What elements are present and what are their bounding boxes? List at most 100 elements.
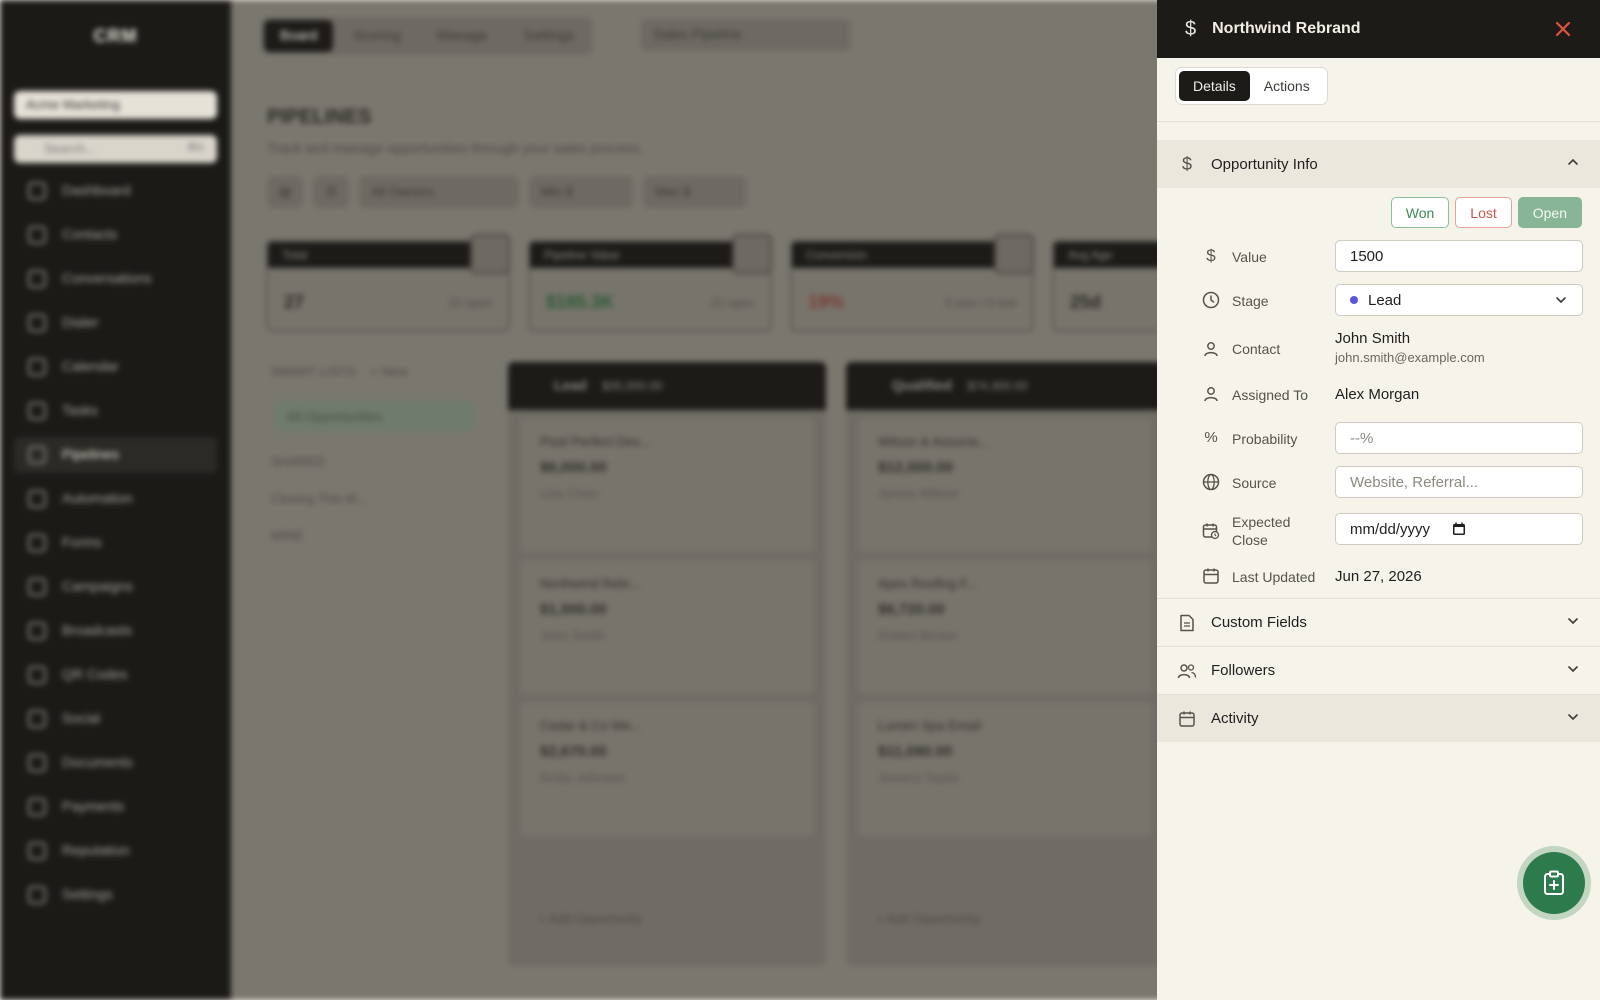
workspace-switcher[interactable]: Acme Marketing	[14, 91, 217, 119]
section-followers-header[interactable]: Followers	[1157, 646, 1600, 694]
smart-list-closing[interactable]: Closing This M...	[271, 491, 475, 506]
view-toggle-list[interactable]: ☰	[313, 176, 349, 208]
opportunity-card[interactable]: Northwind Rebr... $1,500.00 John Smith	[520, 560, 814, 694]
field-label: Value	[1232, 249, 1267, 265]
won-button[interactable]: Won	[1390, 197, 1450, 228]
tab-actions[interactable]: Actions	[1250, 71, 1324, 101]
stat-card-total: Total 27 22 open	[266, 234, 510, 332]
status-buttons: Won Lost Open	[1157, 188, 1600, 228]
grid-icon	[470, 234, 510, 274]
stage-select[interactable]: Lead	[1335, 284, 1583, 316]
section-custom-fields-header[interactable]: Custom Fields	[1157, 598, 1600, 646]
sidebar-item-qr-codes[interactable]: QR Codes	[14, 657, 217, 693]
owners-filter[interactable]: All Owners	[358, 176, 519, 208]
value-input[interactable]: 1500	[1335, 240, 1583, 272]
open-button[interactable]: Open	[1517, 197, 1582, 228]
card-owner: John Smith	[540, 628, 606, 643]
sidebar-search-placeholder: Search...	[44, 141, 97, 156]
add-opportunity-button[interactable]: + Add Opportunity	[876, 911, 980, 926]
clock-icon	[1201, 291, 1221, 314]
globe-icon	[1201, 473, 1221, 496]
stage-value: Lead	[1368, 291, 1402, 309]
view-toggle-board[interactable]: ▤	[267, 176, 304, 208]
min-value-input[interactable]: Min $	[528, 176, 633, 208]
sidebar-item-label: Forms	[62, 534, 102, 550]
stat-card-pipeline-value: Pipeline Value $185.3K 22 open	[528, 234, 772, 332]
sidebar-item-calendar[interactable]: Calendar	[14, 349, 217, 385]
sidebar-item-campaigns[interactable]: Campaigns	[14, 569, 217, 605]
calendar-icon[interactable]	[1452, 522, 1466, 536]
field-label-line2: Close	[1232, 532, 1268, 548]
contact-value[interactable]: John Smith john.smith@example.com	[1335, 330, 1583, 365]
card-owner: Jessica Taylor	[878, 770, 960, 785]
calendar-icon	[1201, 567, 1221, 590]
contacts-icon	[28, 226, 46, 244]
sidebar-item-dialer[interactable]: Dialer	[14, 305, 217, 341]
tab-board[interactable]: Board	[264, 20, 334, 52]
opportunity-card[interactable]: Pixel Perfect Des... $6,000.00 Lisa Chen	[520, 418, 814, 552]
sidebar-item-contacts[interactable]: Contacts	[14, 217, 217, 253]
opportunity-card[interactable]: Wilson & Associa... $12,000.00 James Wilso…	[858, 418, 1152, 552]
pipeline-select[interactable]: Sales Pipeline	[641, 19, 851, 51]
card-amount: $2,670.00	[540, 743, 607, 760]
section-title: Custom Fields	[1211, 614, 1307, 631]
sidebar-item-settings[interactable]: Settings	[14, 877, 217, 913]
sidebar-item-payments[interactable]: Payments	[14, 789, 217, 825]
sidebar: CRM Acme Marketing Search... ⌘K Dashboar…	[0, 0, 231, 1000]
sidebar-item-documents[interactable]: Documents	[14, 745, 217, 781]
sidebar-item-tasks[interactable]: Tasks	[14, 393, 217, 429]
sidebar-item-social[interactable]: Social	[14, 701, 217, 737]
search-shortcut: ⌘K	[186, 142, 205, 154]
sidebar-item-label: Broadcasts	[62, 622, 133, 638]
user-icon	[1201, 340, 1221, 363]
section-activity-header[interactable]: Activity	[1157, 694, 1600, 742]
assigned-to-value[interactable]: Alex Morgan	[1335, 386, 1583, 403]
section-opportunity-info-header[interactable]: $ Opportunity Info	[1157, 140, 1600, 188]
tab-settings[interactable]: Settings	[507, 20, 590, 52]
sidebar-search[interactable]: Search... ⌘K	[14, 135, 217, 163]
mine-group[interactable]: MINE	[271, 528, 475, 543]
user-icon	[1201, 385, 1221, 408]
dollar-icon: $	[1185, 17, 1197, 40]
sidebar-item-dashboard[interactable]: Dashboard	[14, 173, 217, 209]
close-button[interactable]	[1550, 16, 1576, 42]
source-input[interactable]: Website, Referral...	[1335, 466, 1583, 498]
sidebar-item-pipelines[interactable]: Pipelines	[14, 437, 217, 473]
sidebar-item-forms[interactable]: Forms	[14, 525, 217, 561]
dollar-icon	[732, 234, 772, 274]
section-title: Opportunity Info	[1211, 155, 1318, 173]
tab-scoring[interactable]: Scoring	[337, 20, 416, 52]
card-owner: Emily Johnson	[540, 770, 625, 785]
stat-sub: 5 won / 0 lost	[945, 296, 1016, 310]
calendar-icon	[28, 358, 46, 376]
tab-details[interactable]: Details	[1179, 71, 1250, 101]
sidebar-item-reputation[interactable]: Reputation	[14, 833, 217, 869]
sidebar-item-broadcasts[interactable]: Broadcasts	[14, 613, 217, 649]
column-total: $74,300.00	[967, 379, 1028, 393]
stat-card-conversion: Conversion 19% 5 won / 0 lost	[790, 234, 1034, 332]
field-stage: Stage Lead	[1157, 284, 1600, 328]
new-smart-list-button[interactable]: New	[381, 364, 407, 379]
shared-group[interactable]: SHARED	[271, 454, 475, 469]
opportunity-card[interactable]: Apex Roofing F... $6,720.00 Robert Brown	[858, 560, 1152, 694]
floating-clipboard-button[interactable]	[1523, 852, 1585, 914]
expected-close-date-input[interactable]: mm/dd/yyyy	[1335, 513, 1583, 545]
contact-name[interactable]: John Smith	[1335, 330, 1583, 347]
sidebar-item-automation[interactable]: Automation	[14, 481, 217, 517]
smart-list-all[interactable]: All Opportunities	[275, 401, 475, 432]
add-opportunity-button[interactable]: + Add Opportunity	[538, 911, 642, 926]
lost-button[interactable]: Lost	[1455, 197, 1512, 228]
field-label: Probability	[1232, 431, 1298, 447]
max-value-input[interactable]: Max $	[642, 176, 747, 208]
page-title: PIPELINES	[267, 106, 372, 128]
tab-manage[interactable]: Manage	[421, 20, 504, 52]
column-total: $35,000.00	[602, 379, 663, 393]
probability-input[interactable]: --%	[1335, 422, 1583, 454]
opportunity-card[interactable]: Cedar & Co We... $2,670.00 Emily Johnson	[520, 702, 814, 836]
stat-sub: 22 open	[710, 296, 754, 310]
filter-bar: ▤ ☰ All Owners Min $ Max $	[267, 176, 747, 208]
contact-email[interactable]: john.smith@example.com	[1335, 350, 1583, 365]
sidebar-item-conversations[interactable]: Conversations	[14, 261, 217, 297]
chat-icon	[28, 270, 46, 288]
opportunity-card[interactable]: Lumen Spa Email $11,090.00 Jessica Taylor	[858, 702, 1152, 836]
